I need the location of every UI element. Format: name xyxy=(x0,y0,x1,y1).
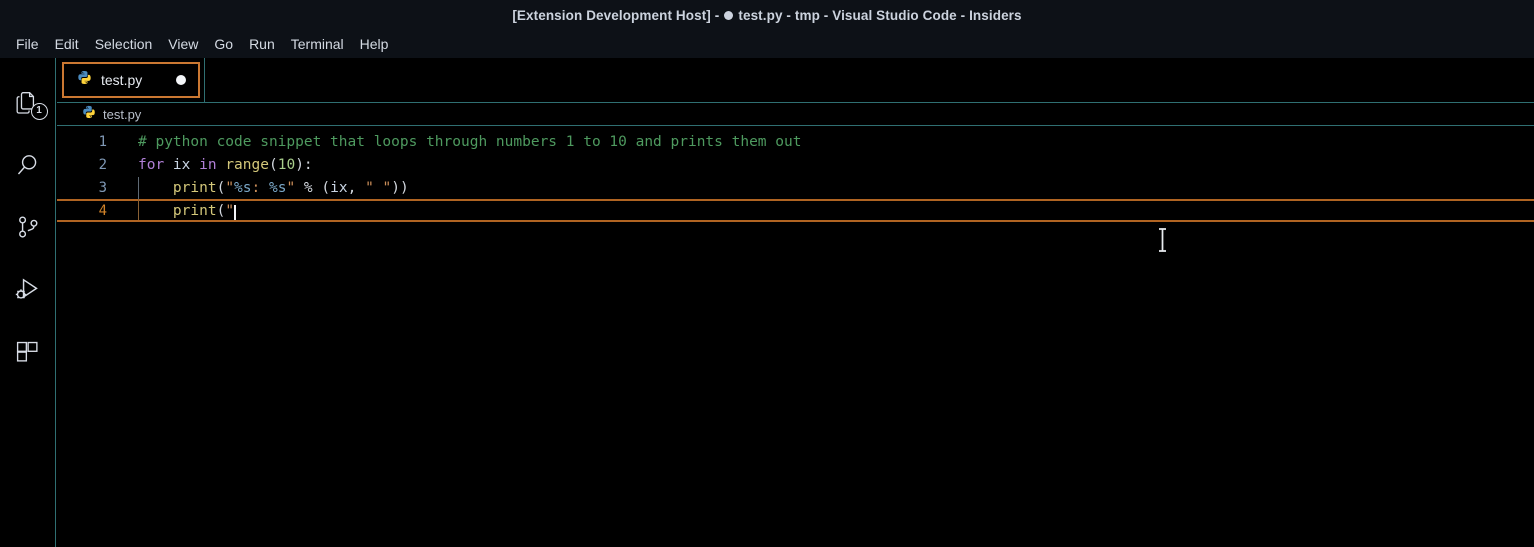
activity-bar-item-source-control[interactable] xyxy=(0,196,56,258)
editor-tab-dirty-icon[interactable] xyxy=(176,75,186,85)
activity-bar: 1 xyxy=(0,58,56,547)
code-token: ix xyxy=(330,179,348,196)
code-token: : xyxy=(251,179,269,196)
code-token: ix xyxy=(172,156,200,173)
breadcrumb-python-file-icon xyxy=(82,105,96,124)
editor-group: test.py test.py 1 # python code snippet t… xyxy=(57,58,1534,547)
python-file-icon xyxy=(77,70,92,90)
code-token: " " xyxy=(365,179,392,196)
activity-bar-item-run-and-debug[interactable] xyxy=(0,258,56,320)
search-icon xyxy=(15,152,41,178)
breadcrumb-item-test-py[interactable]: test.py xyxy=(103,107,141,122)
unsaved-indicator-icon xyxy=(724,10,734,20)
code-line-text: for ix in range(10): xyxy=(115,157,1534,173)
menu-item-view[interactable]: View xyxy=(160,34,206,54)
code-token: %s xyxy=(268,179,287,196)
menu-item-run[interactable]: Run xyxy=(241,34,283,54)
code-token: ( xyxy=(216,203,226,219)
code-line-text: print(" xyxy=(115,199,1534,222)
code-line[interactable]: 1 # python code snippet that loops throug… xyxy=(57,130,1534,153)
run-and-debug-icon xyxy=(14,276,41,303)
code-line-text: # python code snippet that loops through… xyxy=(115,134,1534,150)
activity-bar-item-explorer[interactable]: 1 xyxy=(0,72,56,134)
editor-tab-test-py[interactable]: test.py xyxy=(62,62,200,98)
menu-item-go[interactable]: Go xyxy=(206,34,241,54)
activity-bar-item-search[interactable] xyxy=(0,134,56,196)
indent-guide xyxy=(138,176,139,200)
code-line[interactable]: 4 print(" xyxy=(57,199,1534,222)
code-token: " xyxy=(286,179,296,196)
code-line[interactable]: 3 print("%s: %s" % (ix, " ")) xyxy=(57,176,1534,200)
source-control-icon xyxy=(15,214,41,240)
title-bar: [Extension Development Host] - test.py -… xyxy=(0,0,1534,30)
extensions-icon xyxy=(15,339,40,364)
line-number: 2 xyxy=(98,156,107,173)
code-token: for xyxy=(138,156,173,173)
menu-item-help[interactable]: Help xyxy=(352,34,397,54)
code-token: range xyxy=(225,156,269,173)
code-token: " xyxy=(225,179,235,196)
code-line-list: 1 # python code snippet that loops throug… xyxy=(57,130,1534,222)
menu-bar: File Edit Selection View Go Run Terminal… xyxy=(0,30,1534,58)
explorer-badge-count: 1 xyxy=(30,103,48,120)
menu-item-file[interactable]: File xyxy=(8,34,47,54)
code-token: print xyxy=(172,179,217,196)
code-line-text: print("%s: %s" % (ix, " ")) xyxy=(115,176,1534,200)
code-token: ( xyxy=(312,179,331,196)
code-token: ( xyxy=(216,179,226,196)
code-token: ): xyxy=(295,156,313,173)
menu-item-selection[interactable]: Selection xyxy=(87,34,161,54)
code-token: , xyxy=(347,179,366,196)
activity-bar-item-extensions[interactable] xyxy=(0,320,56,382)
code-token: in xyxy=(199,156,226,173)
window-title-suffix: test.py - tmp - Visual Studio Code - Ins… xyxy=(738,7,1022,23)
code-token: % xyxy=(303,179,313,196)
code-token: ( xyxy=(268,156,278,173)
code-token: # python code snippet that loops through… xyxy=(138,133,802,150)
window-title-prefix: [Extension Development Host] - xyxy=(512,7,720,23)
window-title: [Extension Development Host] - test.py -… xyxy=(512,8,1021,23)
code-token: print xyxy=(172,203,217,219)
tab-bar-separator xyxy=(204,58,205,103)
code-editor[interactable]: 1 # python code snippet that loops throug… xyxy=(57,126,1534,546)
menu-item-edit[interactable]: Edit xyxy=(47,34,87,54)
vscode-window: [Extension Development Host] - test.py -… xyxy=(0,0,1534,547)
line-number: 4 xyxy=(98,202,107,219)
text-caret xyxy=(234,205,237,222)
editor-tab-label: test.py xyxy=(101,72,143,88)
code-line[interactable]: 2 for ix in range(10): xyxy=(57,153,1534,176)
breadcrumb: test.py xyxy=(57,103,1534,126)
code-token: %s xyxy=(234,179,252,196)
line-number: 1 xyxy=(98,133,107,150)
line-number: 3 xyxy=(98,179,107,196)
code-token: " xyxy=(225,203,235,219)
code-token: 10 xyxy=(277,156,296,173)
editor-tab-bar: test.py xyxy=(57,58,1534,103)
code-token: )) xyxy=(391,179,409,196)
indent-guide xyxy=(138,199,139,222)
menu-item-terminal[interactable]: Terminal xyxy=(283,34,352,54)
